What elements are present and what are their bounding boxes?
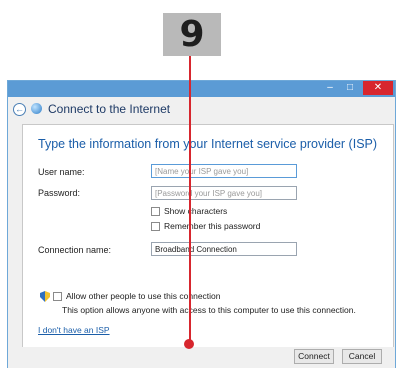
show-characters-checkbox[interactable] [151,207,160,216]
password-label: Password: [38,188,81,198]
back-arrow-icon[interactable]: ← [13,103,26,116]
connection-name-label: Connection name: [38,245,112,255]
show-characters-label: Show characters [164,206,228,216]
connection-name-input[interactable]: Broadband Connection [151,242,297,256]
shield-icon [40,291,50,302]
cancel-button[interactable]: Cancel [342,349,382,364]
window-title: Connect to the Internet [48,102,171,116]
isp-form-panel: Type the information from your Internet … [22,124,394,348]
remember-password-checkbox[interactable] [151,222,160,231]
callout-pointer-dot [184,339,194,349]
step-number-callout: 9 [163,13,221,56]
title-bar: – □ ✕ [8,81,395,97]
window-header: ← Connect to the Internet [8,97,395,123]
form-heading: Type the information from your Internet … [38,137,378,151]
username-input[interactable]: [Name your ISP gave you] [151,164,297,178]
allow-others-note: This option allows anyone with access to… [62,305,356,315]
close-button[interactable]: ✕ [363,81,393,95]
minimize-button[interactable]: – [321,81,339,95]
callout-pointer-line [189,56,191,344]
remember-password-label: Remember this password [164,221,261,231]
globe-icon [31,103,42,114]
maximize-button[interactable]: □ [341,81,359,95]
connect-button[interactable]: Connect [294,349,334,364]
allow-others-checkbox[interactable] [53,292,62,301]
password-input[interactable]: [Password your ISP gave you] [151,186,297,200]
username-label: User name: [38,167,85,177]
connect-window: – □ ✕ ← Connect to the Internet Type the… [7,80,396,368]
allow-others-label: Allow other people to use this connectio… [66,291,221,301]
window-footer: Connect Cancel [8,347,395,368]
no-isp-link[interactable]: I don't have an ISP [38,325,110,335]
